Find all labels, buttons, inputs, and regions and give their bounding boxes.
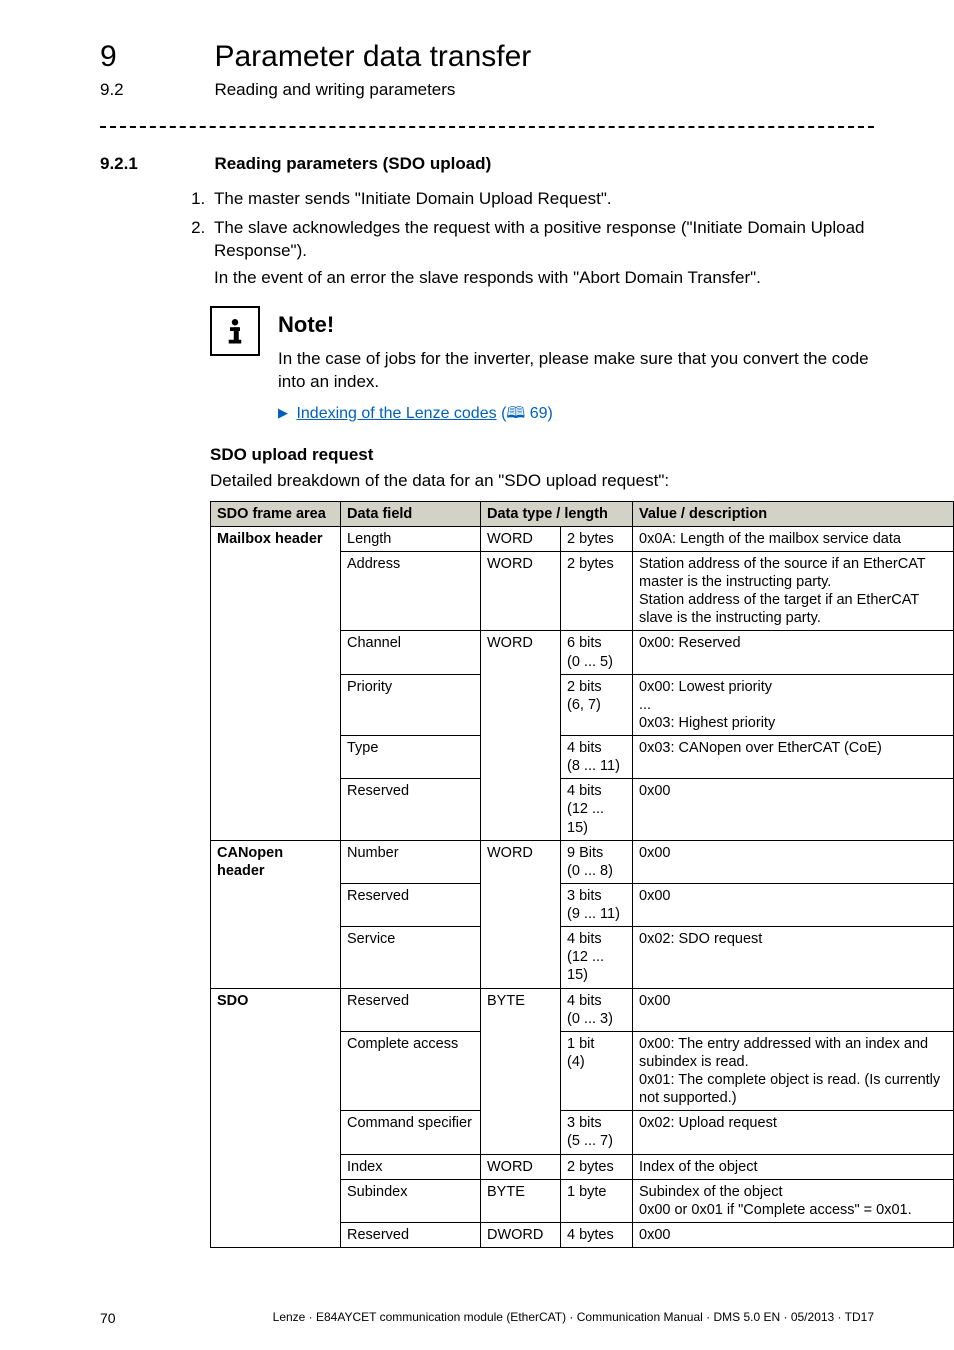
cell-field: Command specifier <box>341 1111 481 1154</box>
cell-value: 0x03: CANopen over EtherCAT (CoE) <box>633 736 954 779</box>
section-number: 9.2 <box>100 80 210 100</box>
cell-value: 0x02: Upload request <box>633 1111 954 1154</box>
table-header-row: SDO frame area Data field Data type / le… <box>211 501 954 526</box>
table-row: CANopen headerNumberWORD9 Bits(0 ... 8)0… <box>211 840 954 883</box>
cell-value: 0x00 <box>633 840 954 883</box>
cell-length: 3 bits(9 ... 11) <box>561 883 633 926</box>
cell-length: 4 bits(12 ... 15) <box>561 779 633 840</box>
note-box: Note! In the case of jobs for the invert… <box>210 304 874 429</box>
cell-length: 4 bits(12 ... 15) <box>561 927 633 988</box>
cell-field: Length <box>341 526 481 551</box>
cell-length: 2 bytes <box>561 551 633 631</box>
chapter-number: 9 <box>100 40 210 74</box>
triangle-icon: ▶ <box>278 405 288 420</box>
cell-length: 2 bytes <box>561 526 633 551</box>
note-link-text[interactable]: Indexing of the Lenze codes <box>296 405 496 422</box>
cell-length: 4 bits(0 ... 3) <box>561 988 633 1031</box>
cell-value: Station address of the source if an Ethe… <box>633 551 954 631</box>
note-heading: Note! <box>278 312 874 338</box>
cell-field: Complete access <box>341 1031 481 1111</box>
th-typelen: Data type / length <box>481 501 633 526</box>
cell-value: Subindex of the object0x00 or 0x01 if "C… <box>633 1179 954 1222</box>
cell-type: BYTE <box>481 988 561 1154</box>
cell-type: WORD <box>481 1154 561 1179</box>
cell-field: Address <box>341 551 481 631</box>
cell-field: Service <box>341 927 481 988</box>
cell-length: 6 bits(0 ... 5) <box>561 631 633 674</box>
cell-area: CANopen header <box>211 840 341 988</box>
footer-line: Lenze · E84AYCET communication module (E… <box>273 1310 874 1326</box>
cell-value: 0x00: Reserved <box>633 631 954 674</box>
cell-type: WORD <box>481 840 561 988</box>
cell-value: 0x00 <box>633 883 954 926</box>
page-footer: 70 Lenze · E84AYCET communication module… <box>100 1310 874 1326</box>
cell-field: Reserved <box>341 779 481 840</box>
cell-value: 0x02: SDO request <box>633 927 954 988</box>
list-item-sub: In the event of an error the slave respo… <box>214 267 874 290</box>
note-link-page: (🕮 69) <box>501 405 553 422</box>
cell-value: 0x00 <box>633 779 954 840</box>
cell-field: Reserved <box>341 883 481 926</box>
cell-length: 3 bits(5 ... 7) <box>561 1111 633 1154</box>
cell-value: 0x00: Lowest priority...0x03: Highest pr… <box>633 674 954 735</box>
info-icon <box>210 306 260 356</box>
cell-type: BYTE <box>481 1179 561 1222</box>
cell-type: WORD <box>481 631 561 840</box>
table-row: Mailbox headerLengthWORD2 bytes0x0A: Len… <box>211 526 954 551</box>
cell-area: SDO <box>211 988 341 1248</box>
cell-length: 1 bit(4) <box>561 1031 633 1111</box>
th-field: Data field <box>341 501 481 526</box>
cell-length: 9 Bits(0 ... 8) <box>561 840 633 883</box>
cell-field: Reserved <box>341 988 481 1031</box>
cell-length: 4 bytes <box>561 1222 633 1247</box>
list-item: The master sends "Initiate Domain Upload… <box>210 188 874 211</box>
request-paragraph: Detailed breakdown of the data for an "S… <box>210 471 874 491</box>
list-item: The slave acknowledges the request with … <box>210 217 874 290</box>
cell-value: 0x00 <box>633 988 954 1031</box>
cell-length: 2 bits(6, 7) <box>561 674 633 735</box>
cell-field: Number <box>341 840 481 883</box>
divider <box>100 126 874 128</box>
table-row: SDOReservedBYTE4 bits(0 ... 3)0x00 <box>211 988 954 1031</box>
cell-value: 0x00: The entry addressed with an index … <box>633 1031 954 1111</box>
cell-value: 0x0A: Length of the mailbox service data <box>633 526 954 551</box>
cell-field: Index <box>341 1154 481 1179</box>
page-number: 70 <box>100 1310 116 1326</box>
cell-length: 2 bytes <box>561 1154 633 1179</box>
cell-length: 4 bits(8 ... 11) <box>561 736 633 779</box>
th-value: Value / description <box>633 501 954 526</box>
sdo-upload-table: SDO frame area Data field Data type / le… <box>210 501 954 1248</box>
cell-field: Reserved <box>341 1222 481 1247</box>
cell-type: DWORD <box>481 1222 561 1247</box>
cell-length: 1 byte <box>561 1179 633 1222</box>
section-title: Reading and writing parameters <box>214 80 455 100</box>
cell-value: 0x00 <box>633 1222 954 1247</box>
cell-field: Subindex <box>341 1179 481 1222</box>
chapter-title: Parameter data transfer <box>214 40 531 74</box>
cell-field: Channel <box>341 631 481 674</box>
th-area: SDO frame area <box>211 501 341 526</box>
cell-value: Index of the object <box>633 1154 954 1179</box>
steps-list: The master sends "Initiate Domain Upload… <box>210 188 874 290</box>
note-body-text: In the case of jobs for the inverter, pl… <box>278 348 874 394</box>
cell-field: Priority <box>341 674 481 735</box>
subsection-number: 9.2.1 <box>100 154 210 174</box>
cell-area: Mailbox header <box>211 526 341 840</box>
note-link[interactable]: ▶ Indexing of the Lenze codes (🕮 69) <box>278 402 874 429</box>
cell-type: WORD <box>481 526 561 551</box>
cell-type: WORD <box>481 551 561 631</box>
request-heading: SDO upload request <box>210 445 874 465</box>
subsection-title: Reading parameters (SDO upload) <box>214 154 491 174</box>
cell-field: Type <box>341 736 481 779</box>
